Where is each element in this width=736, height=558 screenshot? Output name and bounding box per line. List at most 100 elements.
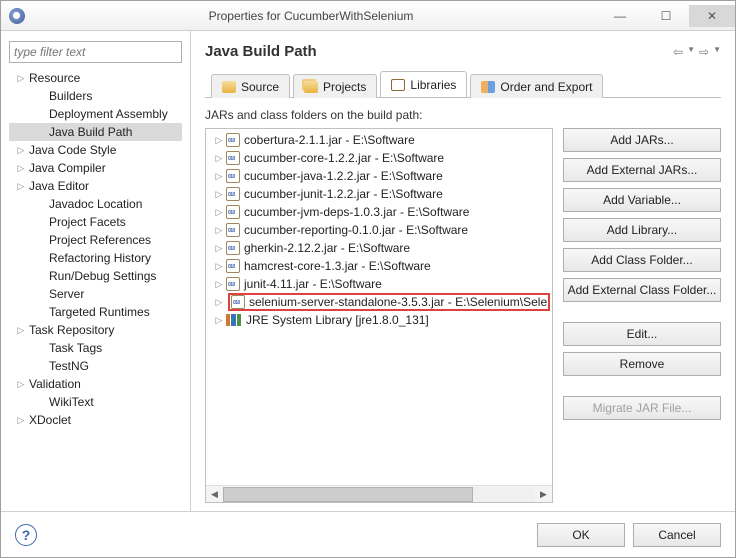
library-item[interactable]: ▷selenium-server-standalone-3.5.3.jar - … — [206, 293, 552, 311]
chevron-right-icon[interactable]: ▷ — [212, 188, 226, 200]
chevron-right-icon — [35, 396, 47, 408]
sidebar-item-targeted-runtimes[interactable]: Targeted Runtimes — [9, 303, 182, 321]
library-item[interactable]: ▷cucumber-jvm-deps-1.0.3.jar - E:\Softwa… — [206, 203, 552, 221]
sidebar-item-label: Builders — [49, 89, 92, 103]
tab-projects[interactable]: Projects — [293, 74, 377, 98]
sidebar-item-resource[interactable]: ▷Resource — [9, 69, 182, 87]
sidebar-item-deployment-assembly[interactable]: Deployment Assembly — [9, 105, 182, 123]
sidebar-tree: ▷Resource Builders Deployment Assembly Java… — [9, 69, 182, 503]
chevron-right-icon[interactable]: ▷ — [212, 134, 226, 146]
sidebar-item-java-code-style[interactable]: ▷Java Code Style — [9, 141, 182, 159]
sidebar-item-run-debug-settings[interactable]: Run/Debug Settings — [9, 267, 182, 285]
tab-source[interactable]: Source — [211, 74, 290, 98]
sidebar-item-xdoclet[interactable]: ▷XDoclet — [9, 411, 182, 429]
sidebar-item-refactoring-history[interactable]: Refactoring History — [9, 249, 182, 267]
add-class-folder-button[interactable]: Add Class Folder... — [563, 248, 721, 272]
sidebar-item-project-references[interactable]: Project References — [9, 231, 182, 249]
chevron-right-icon[interactable]: ▷ — [212, 260, 226, 272]
chevron-right-icon[interactable]: ▷ — [212, 242, 226, 254]
sidebar-item-label: TestNG — [49, 359, 89, 373]
button-column: Add JARs... Add External JARs... Add Varia… — [563, 128, 721, 503]
chevron-right-icon — [35, 108, 47, 120]
properties-dialog: Properties for CucumberWithSelenium — ☐ … — [0, 0, 736, 558]
tab-label: Order and Export — [500, 80, 592, 94]
nav-back-icon[interactable]: ⇦ — [673, 45, 683, 59]
add-variable-button[interactable]: Add Variable... — [563, 188, 721, 212]
sidebar-item-java-build-path[interactable]: Java Build Path — [9, 123, 182, 141]
chevron-right-icon — [35, 90, 47, 102]
chevron-right-icon — [35, 252, 47, 264]
sidebar-item-java-editor[interactable]: ▷Java Editor — [9, 177, 182, 195]
nav-forward-icon[interactable]: ⇨ — [699, 45, 709, 59]
close-button[interactable]: ✕ — [689, 5, 735, 27]
library-item[interactable]: ▷JRE System Library [jre1.8.0_131] — [206, 311, 552, 329]
titlebar[interactable]: Properties for CucumberWithSelenium — ☐ … — [1, 1, 735, 31]
library-item[interactable]: ▷cucumber-reporting-0.1.0.jar - E:\Softw… — [206, 221, 552, 239]
help-icon[interactable]: ? — [15, 524, 37, 546]
jar-icon — [226, 205, 240, 219]
minimize-button[interactable]: — — [597, 5, 643, 27]
chevron-right-icon — [35, 126, 47, 138]
scroll-right-icon[interactable]: ▶ — [535, 487, 552, 502]
order-icon — [481, 81, 495, 93]
chevron-right-icon[interactable]: ▷ — [212, 170, 226, 182]
chevron-right-icon[interactable]: ▷ — [212, 296, 226, 308]
add-library-button[interactable]: Add Library... — [563, 218, 721, 242]
libs-label: JARs and class folders on the build path… — [205, 108, 721, 122]
library-item[interactable]: ▷cucumber-core-1.2.2.jar - E:\Software — [206, 149, 552, 167]
sidebar-item-builders[interactable]: Builders — [9, 87, 182, 105]
sidebar-item-java-compiler[interactable]: ▷Java Compiler — [9, 159, 182, 177]
chevron-right-icon[interactable]: ▷ — [212, 278, 226, 290]
sidebar-item-wikitext[interactable]: WikiText — [9, 393, 182, 411]
maximize-button[interactable]: ☐ — [643, 5, 689, 27]
chevron-right-icon[interactable]: ▷ — [212, 314, 226, 326]
library-item[interactable]: ▷ cucumber-junit-1.2.2.jar - E:\Software — [206, 185, 552, 203]
tab-order[interactable]: Order and Export — [470, 74, 603, 98]
jar-icon — [226, 223, 240, 237]
chevron-right-icon[interactable]: ▷ — [212, 206, 226, 218]
nav-arrows: ⇦ ▼ ⇨ ▼ — [673, 45, 721, 59]
remove-button[interactable]: Remove — [563, 352, 721, 376]
main-panel: Java Build Path ⇦▼ ⇨▼ SourceProjectsLibr… — [191, 31, 735, 511]
sidebar-item-task-repository[interactable]: ▷Task Repository — [9, 321, 182, 339]
library-label: gherkin-2.12.2.jar - E:\Software — [244, 241, 410, 255]
sidebar-item-validation[interactable]: ▷Validation — [9, 375, 182, 393]
sidebar-item-label: WikiText — [49, 395, 94, 409]
library-item[interactable]: ▷ gherkin-2.12.2.jar - E:\Software — [206, 239, 552, 257]
tab-label: Source — [241, 80, 279, 94]
sidebar-item-server[interactable]: Server — [9, 285, 182, 303]
jar-icon — [231, 295, 245, 309]
jar-icon — [226, 277, 240, 291]
libraries-tree[interactable]: ▷cobertura-2.1.1.jar - E:\Software▷cucum… — [205, 128, 553, 503]
add-ext-class-folder-button[interactable]: Add External Class Folder... — [563, 278, 721, 302]
scroll-left-icon[interactable]: ◀ — [206, 487, 223, 502]
ok-button[interactable]: OK — [537, 523, 625, 547]
library-label: cucumber-junit-1.2.2.jar - E:\Software — [244, 187, 443, 201]
cancel-button[interactable]: Cancel — [633, 523, 721, 547]
library-item[interactable]: ▷hamcrest-core-1.3.jar - E:\Software — [206, 257, 552, 275]
tab-libraries[interactable]: Libraries — [380, 71, 467, 97]
add-ext-jars-button[interactable]: Add External JARs... — [563, 158, 721, 182]
chevron-down-icon[interactable]: ▼ — [713, 45, 721, 59]
chevron-down-icon[interactable]: ▼ — [687, 45, 695, 59]
sidebar-item-label: Deployment Assembly — [49, 107, 168, 121]
chevron-right-icon[interactable]: ▷ — [212, 152, 226, 164]
library-item[interactable]: ▷ cucumber-java-1.2.2.jar - E:\Software — [206, 167, 552, 185]
sidebar-item-project-facets[interactable]: Project Facets — [9, 213, 182, 231]
filter-input[interactable] — [9, 41, 182, 63]
chevron-right-icon — [35, 234, 47, 246]
tabs: Source ProjectsLibraries Order and Export — [205, 72, 721, 98]
sidebar-item-javadoc-location[interactable]: Javadoc Location — [9, 195, 182, 213]
chevron-right-icon[interactable]: ▷ — [212, 224, 226, 236]
scrollbar-thumb[interactable] — [223, 487, 473, 502]
library-item[interactable]: ▷junit-4.11.jar - E:\Software — [206, 275, 552, 293]
sidebar-item-testng[interactable]: TestNG — [9, 357, 182, 375]
add-jars-button[interactable]: Add JARs... — [563, 128, 721, 152]
edit-button[interactable]: Edit... — [563, 322, 721, 346]
jar-icon — [226, 169, 240, 183]
sidebar-item-task-tags[interactable]: Task Tags — [9, 339, 182, 357]
sidebar-item-label: Task Repository — [29, 323, 114, 337]
library-label: cucumber-java-1.2.2.jar - E:\Software — [244, 169, 443, 183]
library-item[interactable]: ▷cobertura-2.1.1.jar - E:\Software — [206, 131, 552, 149]
horizontal-scrollbar[interactable]: ◀ ▶ — [206, 485, 552, 502]
